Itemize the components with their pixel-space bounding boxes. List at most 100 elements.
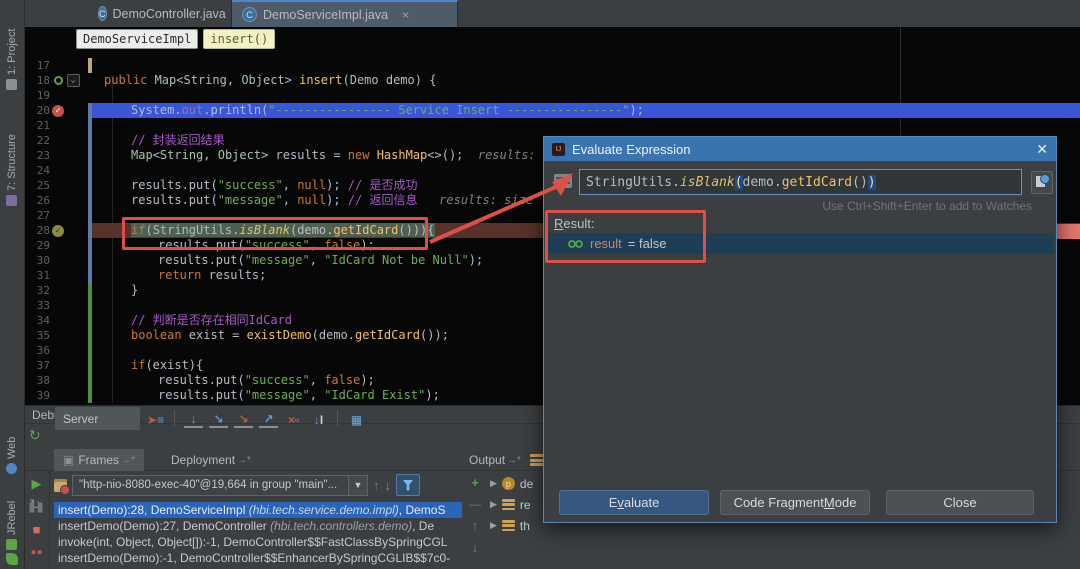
drop-frame-icon[interactable]: ×▫ xyxy=(284,409,303,427)
code-line[interactable]: 19 xyxy=(24,88,1080,103)
token: isBlank xyxy=(239,223,290,237)
gutter-icon-slot[interactable] xyxy=(50,73,66,88)
scroll-down-icon[interactable]: ↓ xyxy=(472,540,479,555)
token: Object xyxy=(241,73,284,87)
chevron-down-icon[interactable]: ▼ xyxy=(348,476,367,495)
token: ); xyxy=(360,238,374,252)
line-number: 39 xyxy=(24,388,50,403)
fold-slot xyxy=(66,253,80,268)
fold-icon[interactable]: ⌄ xyxy=(67,74,80,87)
icon-part: ↘ xyxy=(239,412,249,426)
token: boolean xyxy=(131,328,182,342)
previous-frame-icon[interactable]: ↑ xyxy=(373,478,380,493)
tab-deployment[interactable]: Deployment→* xyxy=(162,449,260,471)
expand-icon[interactable]: ▶ xyxy=(490,499,497,510)
expand-icon[interactable]: ▶ xyxy=(490,520,497,531)
gutter-icon-slot xyxy=(50,163,66,178)
code-fragment-mode-button[interactable]: Code Fragment Mode xyxy=(720,490,870,515)
line-number: 19 xyxy=(24,88,50,103)
resume-icon[interactable]: ▶ xyxy=(32,477,42,491)
new-watch-icon[interactable]: + xyxy=(471,475,479,490)
line-number: 17 xyxy=(24,58,50,73)
token: String xyxy=(184,73,227,87)
close-icon[interactable]: ✕ xyxy=(1036,141,1048,158)
pause-icon[interactable]: ▮▮ xyxy=(28,500,44,514)
evaluate-button[interactable]: Evaluate xyxy=(559,490,709,515)
fold-slot xyxy=(66,373,80,388)
tab-frames[interactable]: ▣ Frames→* xyxy=(54,449,144,471)
stack-frame-row[interactable]: insertDemo(Demo):27, DemoController (hbi… xyxy=(54,518,462,534)
variable-icon xyxy=(502,520,515,531)
code-line[interactable]: 20✓System.out.println("---------------- … xyxy=(24,103,1080,118)
gutter-icon-slot[interactable]: ✓ xyxy=(50,223,66,238)
thread-selector[interactable]: "http-nio-8080-exec-40"@19,664 in group … xyxy=(72,475,368,496)
result-name: result xyxy=(590,236,622,251)
step-out-icon[interactable]: ↗ xyxy=(259,408,278,428)
breakpoint-icon[interactable]: ✓ xyxy=(52,105,64,117)
icon-part: ↗ xyxy=(264,412,274,426)
run-to-cursor-icon[interactable]: ↓I xyxy=(309,409,328,427)
tab-output[interactable]: Output→* xyxy=(460,449,530,471)
tab-demoserviceimpl[interactable]: C DemoServiceImpl.java × xyxy=(232,0,458,27)
token: false xyxy=(324,238,360,252)
toolbar-separator xyxy=(174,410,175,426)
line-number: 27 xyxy=(24,208,50,223)
toolwindow-project[interactable]: 1: Project xyxy=(0,12,24,90)
toolwindow-structure[interactable]: 7: Structure xyxy=(0,118,24,206)
breadcrumb-method-chip[interactable]: insert() xyxy=(203,29,275,49)
token: .println( xyxy=(203,103,268,117)
hide-library-frames-button[interactable] xyxy=(396,474,420,496)
breakpoint-icon[interactable]: ✓ xyxy=(52,225,64,237)
token: insert xyxy=(299,73,342,87)
frame-package: (hbi.tech.service.demo.impl) xyxy=(249,503,399,517)
fold-slot[interactable]: ⌄ xyxy=(66,73,80,88)
stop-icon[interactable]: ■ xyxy=(33,523,41,537)
result-row[interactable]: result = false xyxy=(546,233,1054,254)
code-line[interactable]: 21 xyxy=(24,118,1080,133)
stack-frame-row[interactable]: insert(Demo):28, DemoServiceImpl (hbi.te… xyxy=(54,502,462,518)
server-tab[interactable]: Server xyxy=(55,407,140,430)
stack-frame-row[interactable]: invoke(int, Object, Object[]):-1, DemoCo… xyxy=(54,534,462,550)
rerun-icon[interactable]: ↻ xyxy=(29,427,41,444)
tab-democontroller[interactable]: C DemoController.java × xyxy=(88,0,232,27)
token: > results = xyxy=(261,148,348,162)
fold-slot xyxy=(66,343,80,358)
remove-icon[interactable]: — xyxy=(469,497,481,511)
breadcrumb-class-chip[interactable]: DemoServiceImpl xyxy=(76,29,198,49)
code-line[interactable]: 18⌄public Map<String, Object> insert(Dem… xyxy=(24,73,1080,88)
variable-label: de xyxy=(520,477,533,491)
stack-frame-row[interactable]: insertDemo(Demo):-1, DemoController$$Enh… xyxy=(54,550,462,566)
next-frame-icon[interactable]: ↓ xyxy=(385,478,392,493)
expand-icon[interactable]: ▶ xyxy=(490,478,497,489)
close-button[interactable]: Close xyxy=(886,490,1034,515)
fold-slot xyxy=(66,223,80,238)
evaluate-expression-icon[interactable]: ▦ xyxy=(347,409,366,427)
expression-input[interactable]: StringUtils.isBlank(demo.getIdCard()) xyxy=(579,169,1022,195)
scroll-up-icon[interactable]: ↑ xyxy=(472,518,479,533)
token: "message" xyxy=(218,193,283,207)
toolwindow-web[interactable]: Web xyxy=(0,428,24,474)
dialog-title-bar[interactable]: IJ Evaluate Expression ✕ xyxy=(544,137,1056,161)
filter-icon xyxy=(403,480,414,491)
code-line[interactable]: 17 xyxy=(24,58,1080,73)
gutter-icon-slot xyxy=(50,133,66,148)
token: ); xyxy=(425,388,439,402)
toolbar-separator xyxy=(337,410,338,426)
close-icon[interactable]: × xyxy=(402,8,409,22)
toolwindow-jrebel[interactable]: JRebel xyxy=(0,492,24,550)
line-number: 37 xyxy=(24,358,50,373)
step-over-icon[interactable]: ↓ xyxy=(184,408,203,428)
token: ); xyxy=(469,253,483,267)
line-number: 34 xyxy=(24,313,50,328)
view-breakpoints-icon[interactable]: ●● xyxy=(30,546,42,560)
expression-history-button[interactable] xyxy=(1031,171,1053,194)
watch-result-icon xyxy=(568,239,584,249)
jrebel-leaf-icon xyxy=(6,553,18,565)
show-execution-point-icon[interactable]: ➤≡ xyxy=(146,409,165,427)
code-text: public Map<String, Object> insert(Demo d… xyxy=(92,73,1080,88)
expression-token: ) xyxy=(868,175,876,190)
dialog-buttons: Evaluate Code Fragment Mode Close xyxy=(544,490,1056,518)
step-into-icon[interactable]: ↘ xyxy=(209,408,228,428)
force-step-into-icon[interactable]: ↘ xyxy=(234,408,253,428)
gutter-icon-slot[interactable]: ✓ xyxy=(50,103,66,118)
